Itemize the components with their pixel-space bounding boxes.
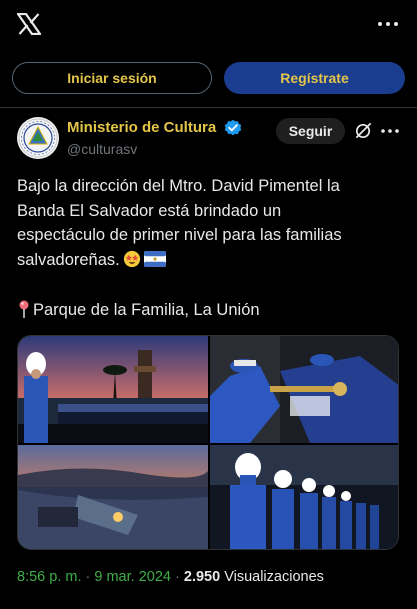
post-text-line: Banda El Salvador está brindado un: [17, 201, 282, 220]
media-grid: [17, 335, 399, 550]
coat-of-arms-icon: [18, 118, 58, 158]
photo-aerial-coast[interactable]: [18, 445, 208, 549]
el-salvador-flag-icon: [143, 250, 166, 267]
photo-band-marching-image: [210, 445, 398, 549]
post-date[interactable]: 9 mar. 2024: [94, 569, 171, 585]
post-text-line: Bajo la dirección del Mtro. David Piment…: [17, 177, 340, 195]
star-struck-emoji-icon: [123, 250, 140, 267]
meta-separator: ·: [85, 569, 91, 585]
views-label: Visualizaciones: [224, 569, 324, 585]
photo-band-sunset-plaza-image: [18, 336, 208, 443]
more-options-icon[interactable]: [380, 124, 400, 138]
location-line: Parque de la Familia, La Unión: [17, 299, 260, 320]
photo-aerial-coast-image: [18, 445, 208, 549]
post-text-end: salvadoreñas.: [17, 250, 120, 269]
grok-icon[interactable]: [354, 121, 373, 140]
photo-trumpet-players-image: [210, 336, 398, 443]
author-name[interactable]: Ministerio de Cultura: [67, 119, 216, 136]
round-pushpin-icon: [19, 300, 29, 318]
post-text: Bajo la dirección del Mtro. David Piment…: [17, 174, 402, 272]
post-text-line: salvadoreñas.: [17, 248, 402, 273]
photo-band-sunset-plaza[interactable]: [18, 336, 208, 443]
x-logo-icon[interactable]: [17, 13, 41, 35]
verified-badge-icon: [224, 119, 242, 136]
post-text-line: espectáculo de primer nivel para las fam…: [17, 226, 342, 244]
photo-band-marching[interactable]: [210, 445, 398, 549]
divider: [0, 107, 417, 108]
meta-separator: ·: [175, 569, 180, 585]
author-handle[interactable]: @culturasv: [67, 141, 137, 157]
more-horizontal-icon[interactable]: [377, 16, 399, 32]
signup-button[interactable]: Regístrate: [224, 62, 405, 94]
follow-button[interactable]: Seguir: [276, 118, 345, 144]
login-button[interactable]: Iniciar sesión: [12, 62, 212, 94]
post-meta: 8:56 p. m. · 9 mar. 2024 · 2.950 Visuali…: [17, 569, 324, 585]
avatar[interactable]: [17, 117, 59, 159]
location-text: Parque de la Familia, La Unión: [33, 301, 260, 319]
views-count: 2.950: [183, 569, 221, 585]
top-bar: [0, 0, 417, 50]
post-time[interactable]: 8:56 p. m.: [17, 569, 81, 585]
photo-trumpet-players[interactable]: [210, 336, 398, 443]
